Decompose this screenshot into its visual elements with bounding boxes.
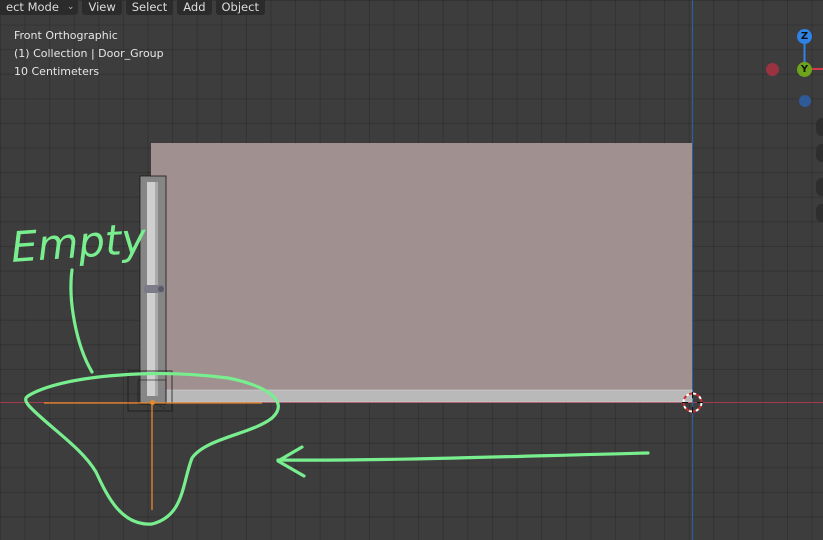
gizmo-z-axis-button[interactable]: Z: [797, 29, 812, 44]
mode-label: ect Mode: [6, 0, 59, 14]
door-panel: [151, 143, 692, 392]
zoom-button[interactable]: [816, 118, 823, 136]
menu-select[interactable]: Select: [125, 0, 174, 15]
annotation-label: Empty: [9, 214, 149, 272]
mode-dropdown[interactable]: ect Mode ⌄: [0, 0, 79, 15]
collection-label: (1) Collection | Door_Group: [14, 47, 164, 60]
door-hinge-pin: [158, 286, 164, 292]
view-name: Front Orthographic: [14, 29, 118, 42]
viewport-header: ect Mode ⌄ View Select Add Object: [0, 0, 265, 15]
annotation-stroke-pointer: [69, 268, 94, 374]
perspective-toggle-button[interactable]: [816, 204, 823, 222]
menu-add[interactable]: Add: [177, 0, 212, 15]
annotation-arrow-shaft: [276, 451, 650, 462]
gizmo-neg-x-button[interactable]: [766, 63, 779, 76]
navigation-gizmo[interactable]: Z Y: [760, 26, 823, 110]
door-frame-bottom: [150, 389, 693, 403]
pan-button[interactable]: [816, 144, 823, 162]
empty-origin: [150, 400, 155, 405]
chevron-down-icon: ⌄: [66, 2, 75, 12]
viewport-canvas: Empty: [0, 0, 823, 540]
grid-scale-label: 10 Centimeters: [14, 65, 100, 78]
gizmo-neg-z-button[interactable]: [799, 95, 811, 107]
menu-object[interactable]: Object: [215, 0, 265, 15]
camera-view-button[interactable]: [816, 178, 823, 196]
viewport-info: Front Orthographic (1) Collection | Door…: [14, 27, 164, 81]
gizmo-y-axis-button[interactable]: Y: [797, 62, 812, 77]
3d-viewport[interactable]: Empty ect Mode ⌄ View Select Add Object …: [0, 0, 823, 540]
base-dashed-edge: [155, 403, 167, 410]
menu-view[interactable]: View: [82, 0, 122, 15]
